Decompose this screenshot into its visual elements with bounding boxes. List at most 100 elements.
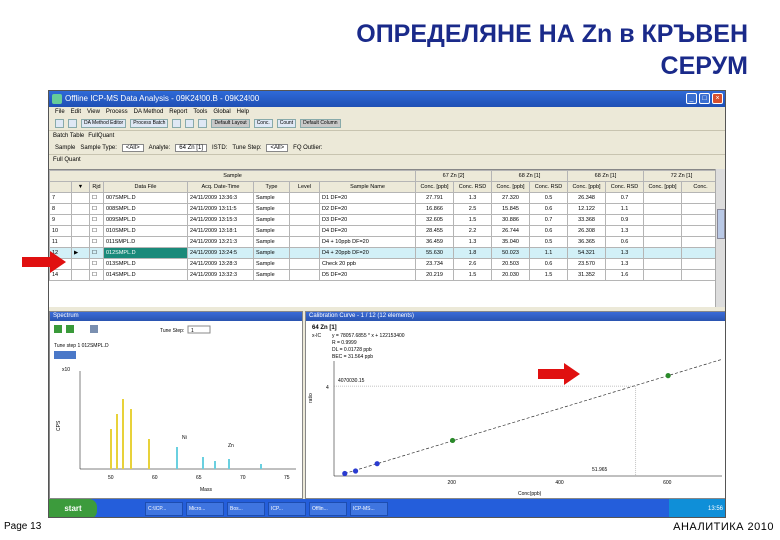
header-cell[interactable]: Conc. [ppb] [415,181,455,193]
spectrum-tool-icon-2[interactable] [66,325,74,333]
table-cell: 014SMPL.D [103,269,188,281]
header-cell[interactable]: ▼ [71,181,90,193]
calibration-point[interactable] [665,373,671,379]
header-cell[interactable]: Conc. [ppb] [643,181,683,193]
table-row[interactable]: 13☐013SMPL.D24/11/2009 13:28:3SampleChec… [49,258,721,270]
table-cell: ☐ [89,225,104,237]
table-scrollbar[interactable] [715,169,725,307]
spectrum-peak [110,429,112,469]
taskbar-item[interactable]: ICP... [268,502,306,516]
table-cell: 31.352 [567,269,607,281]
tab-batch-table[interactable]: Batch Table [53,131,84,141]
table-cell: 1.5 [453,269,493,281]
table-cell: 0.6 [605,236,645,248]
grid-icon[interactable] [185,119,195,128]
table-cell [681,247,721,259]
header-cell[interactable]: Conc. [ppb] [567,181,607,193]
header-cell[interactable]: Acq. Date-Time [187,181,254,193]
header-cell[interactable]: Conc. RSD [605,181,645,193]
table-row[interactable]: 12 ▶ ☐ 012SMPL.D 24/11/2009 13:24:5 Sample D4 … [49,247,721,259]
menu-item-global[interactable]: Global [213,107,230,117]
header-cell[interactable]: Conc. [ppb] [491,181,531,193]
menu-item-da-method[interactable]: DA Method [134,107,164,117]
table-row[interactable]: 11 ☐ 011SMPL.D 24/11/2009 13:21:3 Sample D4 +… [49,236,721,248]
save-icon[interactable] [68,119,77,128]
table-cell [71,225,90,237]
table-cell [643,214,683,226]
table-cell: 013SMPL.D [103,258,188,270]
default-column-button[interactable]: Default Column [300,119,341,128]
table-cell: 50.023 [491,247,531,259]
calibration-point[interactable] [449,437,456,444]
calibration-point[interactable] [342,470,348,477]
header-cell[interactable]: Type [253,181,290,193]
table-row[interactable]: 9 ☐ 009SMPL.D 24/11/2009 13:15:3 Sample D3 DF… [49,214,721,226]
calibration-point[interactable] [374,461,380,467]
calibration-point[interactable] [352,468,359,474]
taskbar-item[interactable]: C:\ICP... [145,502,183,516]
analyte-label: Analyte: [148,144,171,151]
menu-item-tools[interactable]: Tools [193,107,207,117]
default-layout-button[interactable]: Default Layout [211,119,250,128]
red-arrow-table [22,251,66,273]
table-cell: 24/11/2009 13:18:1 [187,225,254,237]
table-cell: 012SMPL.D [103,247,188,259]
close-icon[interactable]: × [712,93,723,104]
table-row[interactable]: 7 ☐ 007SMPL.D 24/11/2009 13:36:3 Sample D1 DF… [49,192,721,204]
spectrum-x-label: Mass [200,487,212,493]
spectrum-nav-icon[interactable] [90,325,98,333]
table-row[interactable]: 10 ☐ 010SMPL.D 24/11/2009 13:18:1 Sample D4 D… [49,225,721,237]
taskbar-item[interactable]: ICP-MS... [350,502,388,516]
header-cell[interactable]: Conc. RSD [453,181,493,193]
header-cell[interactable]: Data File [103,181,188,193]
header-cell[interactable]: Sample Name [318,181,417,193]
table-cell: D3 DF=20 [318,214,417,226]
maximize-icon[interactable]: □ [699,93,710,104]
menu-item-file[interactable]: File [55,107,65,117]
chart-icon[interactable] [198,119,208,128]
table-cell: ☐ [89,258,104,270]
tune-step-select[interactable]: <All> [266,143,289,152]
spectrum-peak [176,447,178,469]
scroll-thumb[interactable] [717,209,725,239]
conc-button[interactable]: Conc. [253,119,273,128]
taskbar-item[interactable]: Micro... [186,502,224,516]
table-cell: 010SMPL.D [103,225,188,237]
spectrum-tick-label: 50 [108,475,114,481]
count-button[interactable]: Count [276,119,297,128]
table-row[interactable]: 8 ☐ 008SMPL.D 24/11/2009 13:11:5 Sample D2 DF… [49,203,721,215]
calibration-x-tick: 200 [448,480,457,486]
menu-item-process[interactable]: Process [106,107,128,117]
menu-bar: File Edit View Process DA Method Report Tools G… [49,107,725,117]
table-cell [289,236,320,248]
menu-item-edit[interactable]: Edit [71,107,81,117]
start-button[interactable]: start [49,499,97,517]
table-row[interactable]: 14 ☐ 014SMPL.D 24/11/2009 13:32:3 Sample D5 D… [49,269,721,281]
spectrum-tool-icon[interactable] [54,325,62,333]
menu-item-report[interactable]: Report [169,107,187,117]
menu-item-view[interactable]: View [87,107,100,117]
full-quant-tab[interactable]: Full Quant [49,155,725,165]
header-cell[interactable]: Conc. RSD [529,181,569,193]
sample-type-select[interactable]: <All> [121,143,144,152]
header-cell[interactable]: Conc. [681,181,721,193]
menu-item-help[interactable]: Help [237,107,249,117]
tab-full-quant[interactable]: FullQuant [88,131,114,141]
table-cell: 28.455 [415,225,455,237]
header-cell[interactable]: Rjd [89,181,104,193]
analyte-select[interactable]: 64 Zn [1] [175,143,207,152]
calibration-x-tick: 600 [663,480,672,486]
spectrum-peak-zn: Zn [228,443,234,449]
da-method-editor-button[interactable]: DA Method Editor [81,119,127,128]
open-icon[interactable] [55,119,64,128]
page-number: Page 13 [4,521,42,532]
header-cell[interactable] [49,181,72,193]
layout-icon[interactable] [172,119,182,128]
header-cell[interactable]: Level [289,181,320,193]
table-cell: 1.1 [605,203,645,215]
process-batch-button[interactable]: Process Batch [130,119,169,128]
table-cell [643,258,683,270]
taskbar-item[interactable]: Bos... [227,502,265,516]
taskbar-item[interactable]: Offlin... [309,502,347,516]
minimize-icon[interactable]: _ [686,93,697,104]
